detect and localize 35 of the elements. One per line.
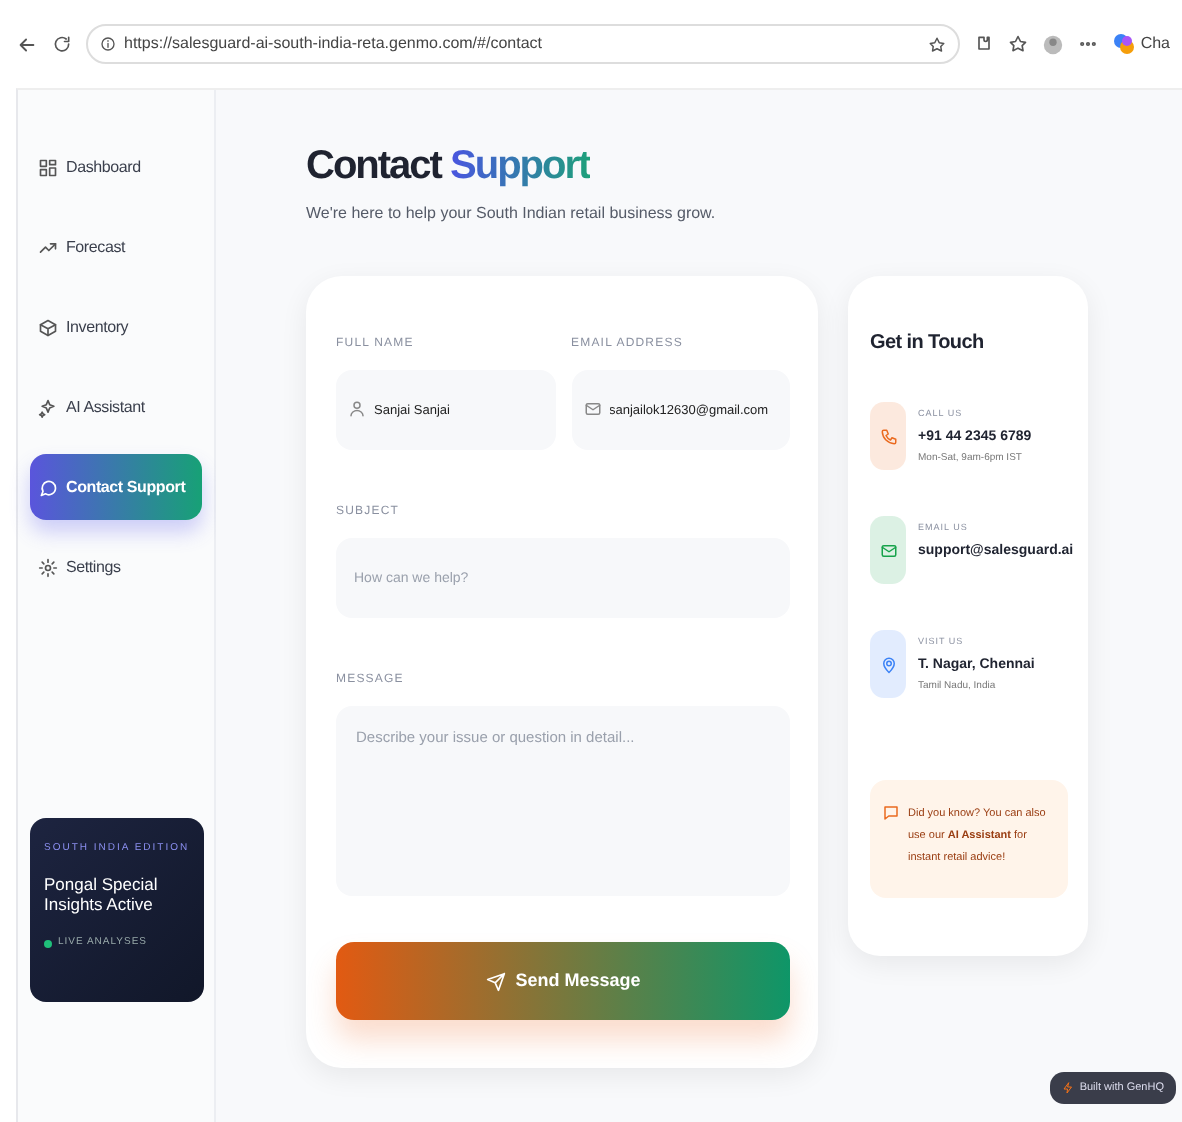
sparkle-icon bbox=[38, 397, 58, 417]
mail-icon bbox=[583, 400, 601, 418]
status-dot bbox=[44, 939, 52, 947]
nav-item[interactable]: Forecast bbox=[30, 214, 202, 280]
page-subtitle: We're here to help your South Indian retail business grow. bbox=[306, 202, 718, 226]
address-bar[interactable]: https://salesguard-ai-south-india-reta.genmo.com/#/contact bbox=[86, 24, 961, 64]
page-title-accent: Support bbox=[450, 144, 590, 188]
reload-icon[interactable] bbox=[52, 34, 72, 54]
copilot-icon[interactable] bbox=[1112, 32, 1137, 56]
nav-item[interactable]: Inventory bbox=[30, 294, 202, 360]
favorites-icon[interactable] bbox=[1008, 34, 1029, 54]
bolt-icon bbox=[1061, 1081, 1074, 1094]
nav-item[interactable]: Contact Support bbox=[30, 454, 202, 520]
send-icon bbox=[485, 971, 506, 991]
avatar-icon[interactable] bbox=[1042, 31, 1065, 57]
info-icon bbox=[100, 36, 116, 52]
settings-icon bbox=[38, 557, 58, 577]
card-title: Get in Touch bbox=[870, 330, 986, 358]
send-button[interactable]: Send Message bbox=[336, 942, 790, 1020]
back-icon[interactable] bbox=[16, 33, 38, 55]
page-title: Contact bbox=[306, 144, 441, 188]
nav-item[interactable]: AI Assistant bbox=[30, 374, 202, 440]
promo-title: Pongal Special Insights Active bbox=[44, 873, 160, 916]
nav-item[interactable]: Settings bbox=[30, 534, 202, 600]
nav-item[interactable]: Dashboard bbox=[30, 134, 202, 200]
chat-bubble-icon bbox=[882, 804, 900, 822]
extension-icon[interactable] bbox=[974, 34, 995, 54]
copilot-label[interactable]: Cha bbox=[1140, 32, 1170, 56]
url-text: https://salesguard-ai-south-india-reta.genmo.com/#/contact bbox=[124, 32, 544, 56]
trend-icon bbox=[38, 237, 58, 257]
person-icon bbox=[348, 400, 366, 418]
cube-icon bbox=[38, 317, 58, 337]
chat-bubble-icon bbox=[38, 477, 58, 497]
grid-icon bbox=[38, 157, 58, 177]
star-icon[interactable] bbox=[928, 35, 947, 53]
